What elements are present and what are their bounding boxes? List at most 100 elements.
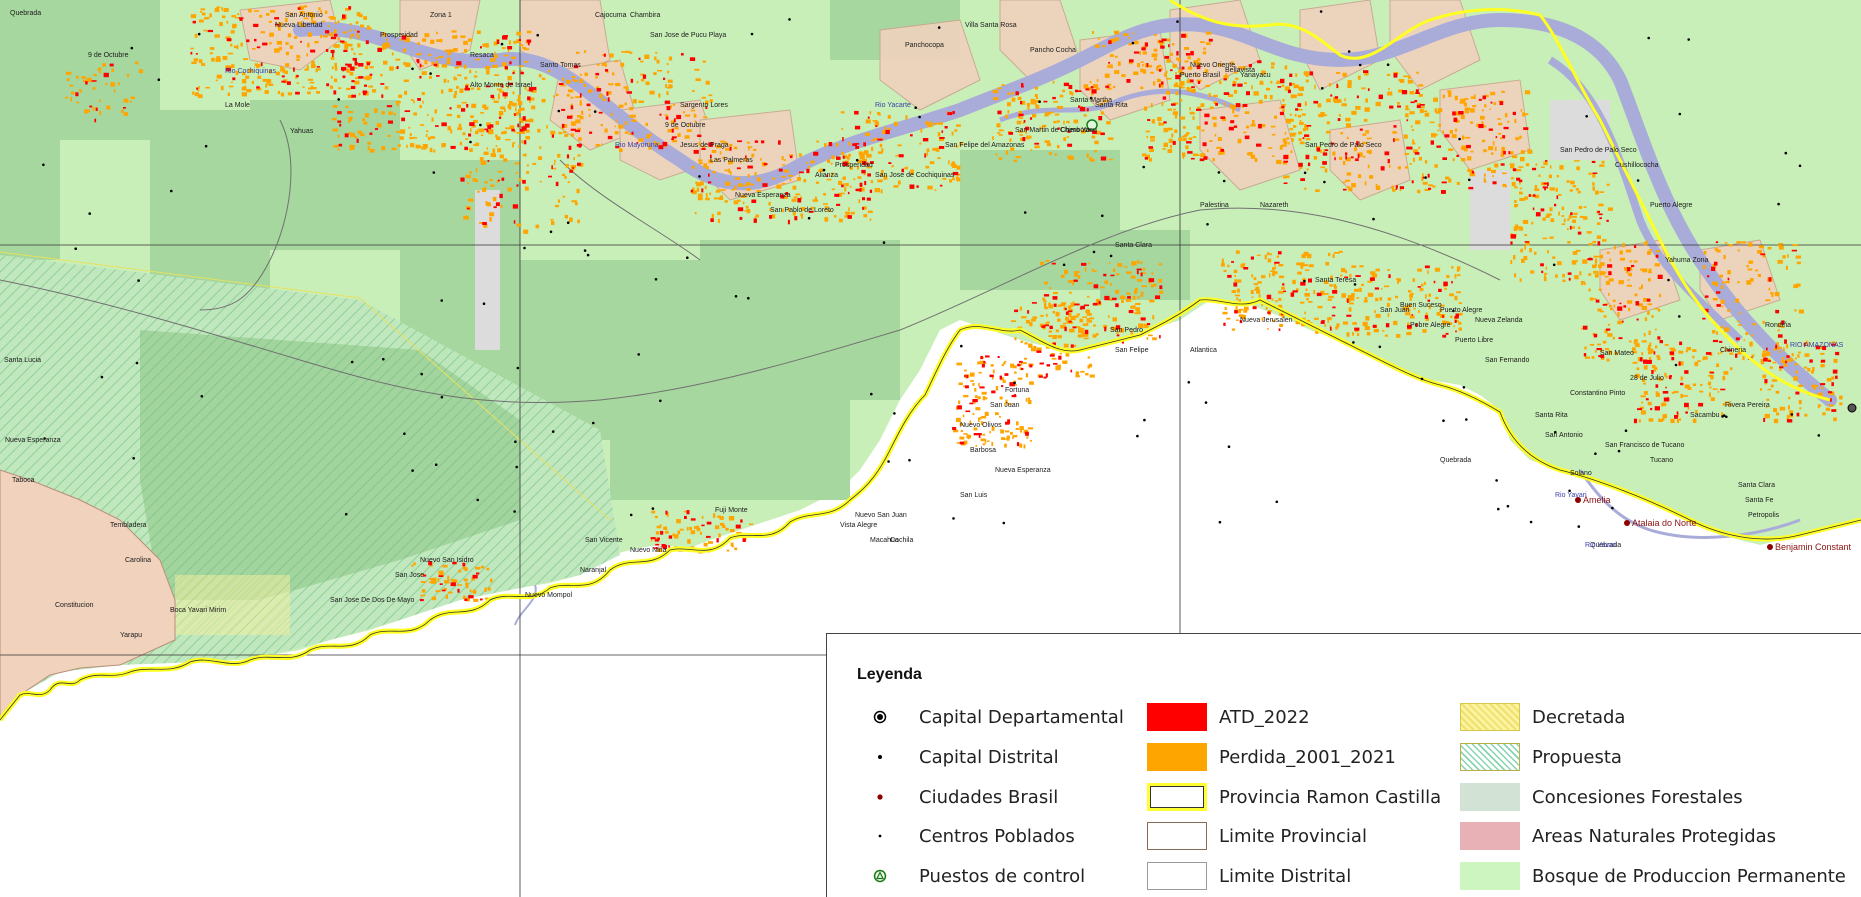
atd-2022-patch: [1760, 253, 1766, 256]
perdida-patch: [1345, 179, 1351, 182]
perdida-patch: [781, 156, 784, 160]
perdida-patch: [1577, 226, 1581, 230]
perdida-patch: [427, 136, 431, 141]
perdida-patch: [476, 129, 479, 131]
atd-2022-patch: [1540, 263, 1544, 267]
perdida-patch: [823, 193, 826, 196]
atd-2022-patch: [578, 143, 582, 148]
perdida-patch: [1048, 335, 1053, 337]
perdida-patch: [840, 192, 845, 195]
perdida-patch: [269, 32, 274, 37]
perdida-patch: [1510, 164, 1515, 169]
perdida-patch: [126, 73, 130, 78]
perdida-patch: [1327, 98, 1331, 101]
perdida-patch: [1654, 263, 1660, 267]
perdida-patch: [1102, 45, 1106, 48]
perdida-patch: [391, 147, 397, 151]
atd-2022-patch: [337, 111, 342, 115]
place-label: Santa Clara: [1115, 242, 1152, 249]
atd-2022-patch: [343, 49, 348, 52]
centro-poblado-icon: [1323, 180, 1326, 184]
perdida-patch: [1762, 350, 1768, 353]
perdida-patch: [754, 172, 757, 176]
perdida-patch: [387, 134, 391, 137]
atd-2022-patch: [362, 90, 368, 94]
perdida-patch: [667, 70, 670, 74]
perdida-patch: [1086, 322, 1089, 326]
atd-2022-patch: [1346, 314, 1352, 317]
perdida-patch: [848, 207, 850, 211]
perdida-patch: [1288, 142, 1290, 145]
perdida-patch: [1772, 361, 1777, 364]
perdida-patch: [1382, 330, 1385, 332]
perdida-patch: [1123, 33, 1129, 37]
perdida-patch: [1193, 153, 1199, 157]
perdida-patch: [1534, 251, 1537, 255]
perdida-patch: [1178, 137, 1183, 142]
perdida-patch: [1797, 351, 1801, 354]
perdida-patch: [345, 105, 349, 108]
centro-poblado-icon: [1687, 38, 1690, 41]
perdida-patch: [1514, 205, 1517, 208]
atd-2022-patch: [342, 75, 346, 79]
centro-poblado-icon: [1465, 418, 1468, 421]
perdida-patch: [1411, 129, 1414, 131]
capital-departamental-icon: [1847, 403, 1857, 413]
perdida-patch: [831, 155, 835, 160]
centro-poblado-icon: [137, 279, 140, 282]
perdida-patch: [1777, 259, 1783, 264]
atd-2022-patch: [1140, 317, 1146, 321]
centro-poblado-icon: [1721, 415, 1724, 418]
perdida-patch: [1299, 262, 1305, 267]
perdida-patch: [1750, 278, 1754, 282]
perdida-patch: [216, 6, 221, 8]
perdida-patch: [1359, 265, 1364, 268]
atd-2022-patch: [1637, 408, 1643, 411]
perdida-patch: [1461, 158, 1466, 162]
perdida-patch: [1237, 138, 1242, 144]
perdida-patch: [1648, 268, 1652, 272]
perdida-patch: [1139, 51, 1141, 55]
perdida-patch: [1608, 305, 1612, 308]
perdida-patch: [221, 15, 226, 19]
perdida-patch: [1324, 324, 1327, 327]
atd-2022-patch: [1215, 103, 1218, 106]
perdida-patch: [588, 89, 593, 93]
atd-2022-patch: [813, 151, 819, 156]
perdida-patch: [463, 40, 468, 45]
perdida-patch: [1254, 158, 1258, 162]
perdida-patch: [972, 383, 975, 386]
perdida-patch: [1222, 311, 1228, 315]
centro-poblado-icon: [204, 144, 208, 148]
perdida-patch: [337, 37, 340, 41]
perdida-patch: [1132, 32, 1135, 35]
place-label: Nuevo Olivos: [960, 422, 1002, 429]
perdida-patch: [1592, 173, 1596, 178]
atd-2022-patch: [1482, 95, 1486, 100]
perdida-patch: [1045, 260, 1050, 262]
perdida-patch: [749, 523, 754, 525]
perdida-patch: [1173, 108, 1176, 111]
perdida-patch: [579, 99, 582, 103]
perdida-patch: [1026, 103, 1030, 107]
atd-2022-patch: [1775, 309, 1780, 314]
atd-2022-patch: [239, 18, 243, 21]
atd-2022-patch: [941, 130, 944, 133]
atd-2022-patch: [1185, 53, 1191, 56]
perdida-patch: [1725, 281, 1730, 284]
perdida-patch: [1354, 330, 1359, 333]
perdida-patch: [1764, 413, 1770, 419]
atd-2022-patch: [1163, 121, 1167, 124]
perdida-patch: [1647, 401, 1652, 406]
perdida-patch: [1354, 288, 1360, 292]
perdida-patch: [776, 184, 782, 189]
perdida-patch: [644, 54, 650, 59]
perdida-patch: [311, 60, 315, 65]
perdida-patch: [1325, 261, 1330, 266]
centro-poblado-icon: [807, 216, 811, 220]
perdida-patch: [1403, 134, 1408, 139]
atd-2022-patch: [1086, 108, 1089, 112]
perdida-patch: [1387, 297, 1392, 301]
perdida-patch: [1599, 191, 1604, 193]
perdida-patch: [469, 69, 472, 74]
